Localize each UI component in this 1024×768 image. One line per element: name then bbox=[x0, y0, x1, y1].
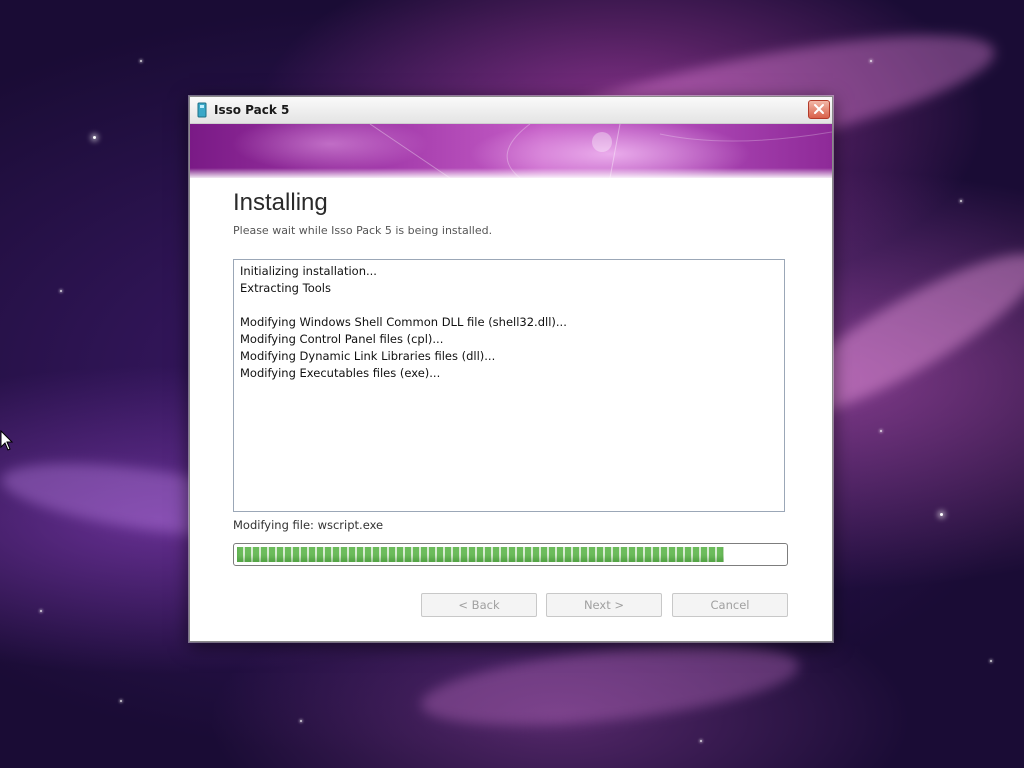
app-icon bbox=[197, 102, 207, 118]
progress-fill bbox=[237, 547, 724, 562]
log-line: Initializing installation... bbox=[240, 264, 377, 278]
log-line: Modifying Executables files (exe)... bbox=[240, 366, 441, 380]
star bbox=[990, 660, 992, 662]
star bbox=[880, 430, 882, 432]
star bbox=[960, 200, 962, 202]
cancel-button[interactable]: Cancel bbox=[672, 593, 788, 617]
log-line: Extracting Tools bbox=[240, 281, 331, 295]
log-line: Modifying Windows Shell Common DLL file … bbox=[240, 315, 567, 329]
star bbox=[940, 513, 943, 516]
close-icon bbox=[814, 104, 824, 114]
page-subtitle: Please wait while Isso Pack 5 is being i… bbox=[233, 224, 493, 237]
next-button[interactable]: Next > bbox=[546, 593, 662, 617]
window-title: Isso Pack 5 bbox=[214, 103, 290, 117]
back-button[interactable]: < Back bbox=[421, 593, 537, 617]
header-banner bbox=[190, 124, 832, 178]
install-log-box[interactable]: Initializing installation... Extracting … bbox=[233, 259, 785, 512]
star bbox=[120, 700, 122, 702]
star bbox=[140, 60, 142, 62]
banner-fade bbox=[190, 168, 832, 178]
star bbox=[60, 290, 62, 292]
progress-bar bbox=[233, 543, 788, 566]
star bbox=[40, 610, 42, 612]
page-title: Installing bbox=[233, 189, 328, 216]
status-text: Modifying file: wscript.exe bbox=[233, 518, 384, 532]
log-line: Modifying Control Panel files (cpl)... bbox=[240, 332, 444, 346]
mouse-cursor-icon bbox=[0, 430, 14, 451]
nebula-streak bbox=[417, 630, 803, 740]
star bbox=[93, 136, 96, 139]
star bbox=[700, 740, 702, 742]
title-bar[interactable]: Isso Pack 5 bbox=[190, 97, 832, 124]
star bbox=[870, 60, 872, 62]
close-button[interactable] bbox=[808, 100, 830, 119]
log-line: Modifying Dynamic Link Libraries files (… bbox=[240, 349, 496, 363]
star bbox=[300, 720, 302, 722]
installer-window: Isso Pack 5 Installing Please wait while… bbox=[189, 96, 833, 642]
